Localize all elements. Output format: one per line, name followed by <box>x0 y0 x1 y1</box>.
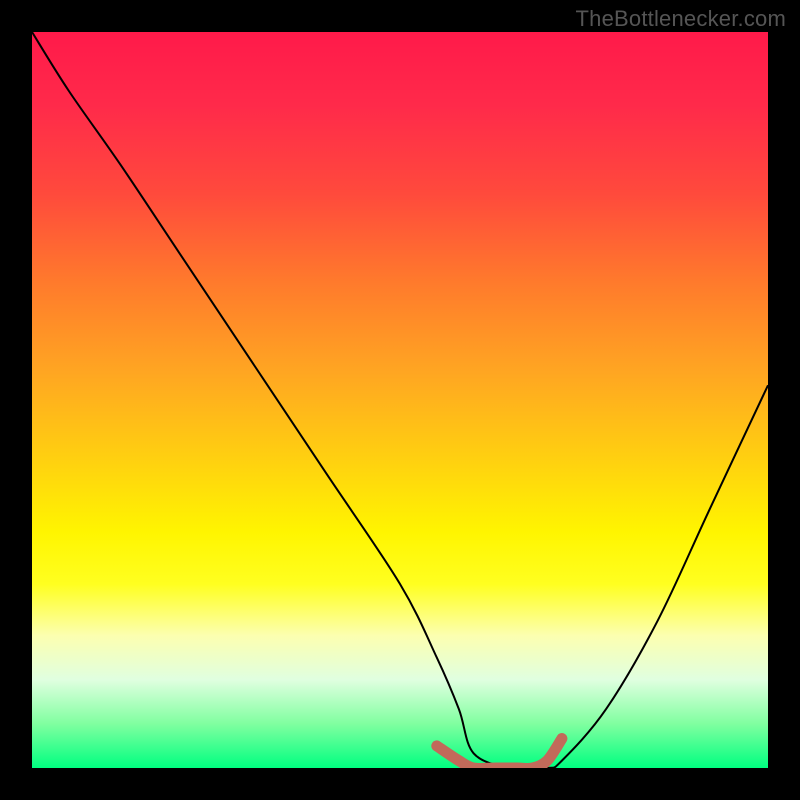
chart-container: TheBottlenecker.com <box>0 0 800 800</box>
optimal-zone-highlight <box>437 739 562 768</box>
plot-area <box>32 32 768 768</box>
bottleneck-curve <box>32 32 768 768</box>
watermark-text: TheBottlenecker.com <box>576 6 786 32</box>
chart-svg <box>32 32 768 768</box>
